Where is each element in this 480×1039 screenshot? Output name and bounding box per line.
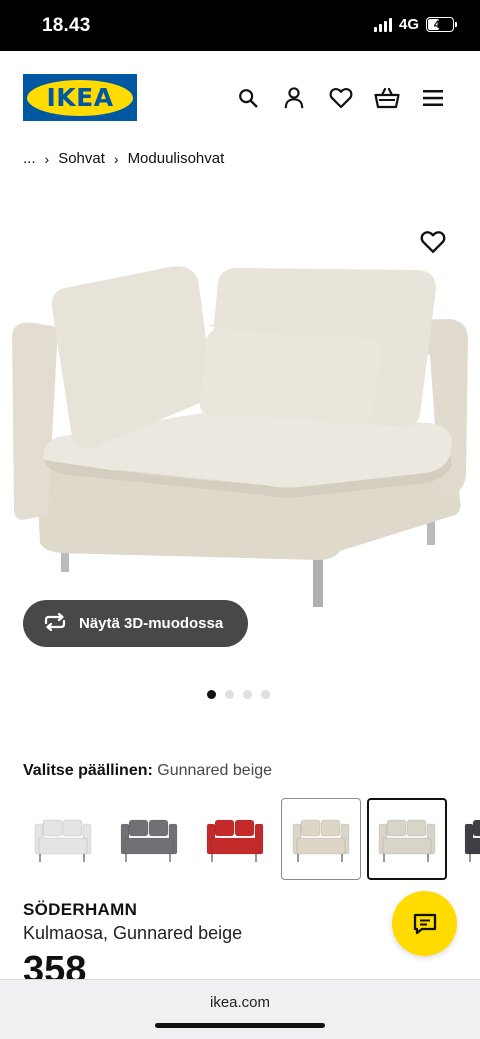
- gallery-dot[interactable]: [225, 690, 234, 699]
- browser-url[interactable]: ikea.com: [0, 994, 480, 1011]
- product-price: 358: [23, 950, 87, 980]
- chevron-right-icon: ›: [113, 150, 119, 167]
- network-type: 4G: [398, 16, 419, 33]
- status-bar: 18.43 4G 43: [0, 0, 480, 51]
- search-icon[interactable]: [235, 85, 261, 111]
- cover-swatch[interactable]: [281, 798, 361, 880]
- rotate-3d-icon: [43, 612, 67, 635]
- logo-oval: IKEA: [27, 79, 133, 116]
- logo-wordmark: IKEA: [46, 83, 114, 112]
- gallery-dot[interactable]: [207, 690, 216, 699]
- cover-selection-label: Valitse päällinen: Gunnared beige: [23, 762, 272, 780]
- throw-pillow: [199, 329, 383, 424]
- site-header: IKEA: [0, 51, 480, 143]
- cover-swatch[interactable]: [367, 798, 447, 880]
- breadcrumb: ... › Sohvat › Moduulisohvat: [23, 150, 224, 167]
- view-3d-button[interactable]: Näytä 3D-muodossa: [23, 600, 248, 647]
- breadcrumb-item-moduulisohvat[interactable]: Moduulisohvat: [128, 150, 225, 167]
- account-icon[interactable]: [281, 85, 307, 111]
- shopping-basket-icon[interactable]: [374, 85, 400, 111]
- breadcrumb-ellipsis[interactable]: ...: [23, 150, 36, 167]
- status-time: 18.43: [42, 15, 91, 36]
- cover-swatch[interactable]: [195, 798, 275, 880]
- view-3d-label: Näytä 3D-muodossa: [79, 615, 224, 632]
- chat-button[interactable]: [392, 891, 457, 956]
- cover-label-title: Valitse päällinen:: [23, 762, 153, 779]
- cover-swatch[interactable]: [109, 798, 189, 880]
- chevron-right-icon: ›: [44, 150, 50, 167]
- home-indicator[interactable]: [155, 1023, 325, 1028]
- cover-selected-value: Gunnared beige: [157, 762, 273, 779]
- gallery-pagination: [207, 690, 270, 699]
- product-description: Kulmaosa, Gunnared beige: [23, 923, 243, 943]
- battery-percent: 43: [433, 18, 447, 31]
- ikea-logo[interactable]: IKEA: [23, 74, 137, 121]
- cover-swatch-list: [23, 798, 480, 880]
- add-to-favorites-heart-icon[interactable]: [420, 230, 446, 256]
- gallery-dot[interactable]: [261, 690, 270, 699]
- breadcrumb-item-sohvat[interactable]: Sohvat: [58, 150, 105, 167]
- cover-swatch[interactable]: [453, 798, 480, 880]
- chat-icon: [413, 913, 436, 934]
- product-name: SÖDERHAMN: [23, 900, 138, 919]
- menu-icon[interactable]: [420, 85, 446, 111]
- gallery-dot[interactable]: [243, 690, 252, 699]
- cover-swatch[interactable]: [23, 798, 103, 880]
- browser-address-bar[interactable]: ikea.com: [0, 979, 480, 1039]
- signal-icon: [373, 17, 392, 32]
- favorites-heart-icon[interactable]: [328, 85, 354, 111]
- battery-icon: 43: [426, 17, 457, 32]
- product-image[interactable]: [0, 215, 480, 645]
- status-indicators: 4G 43: [373, 16, 457, 33]
